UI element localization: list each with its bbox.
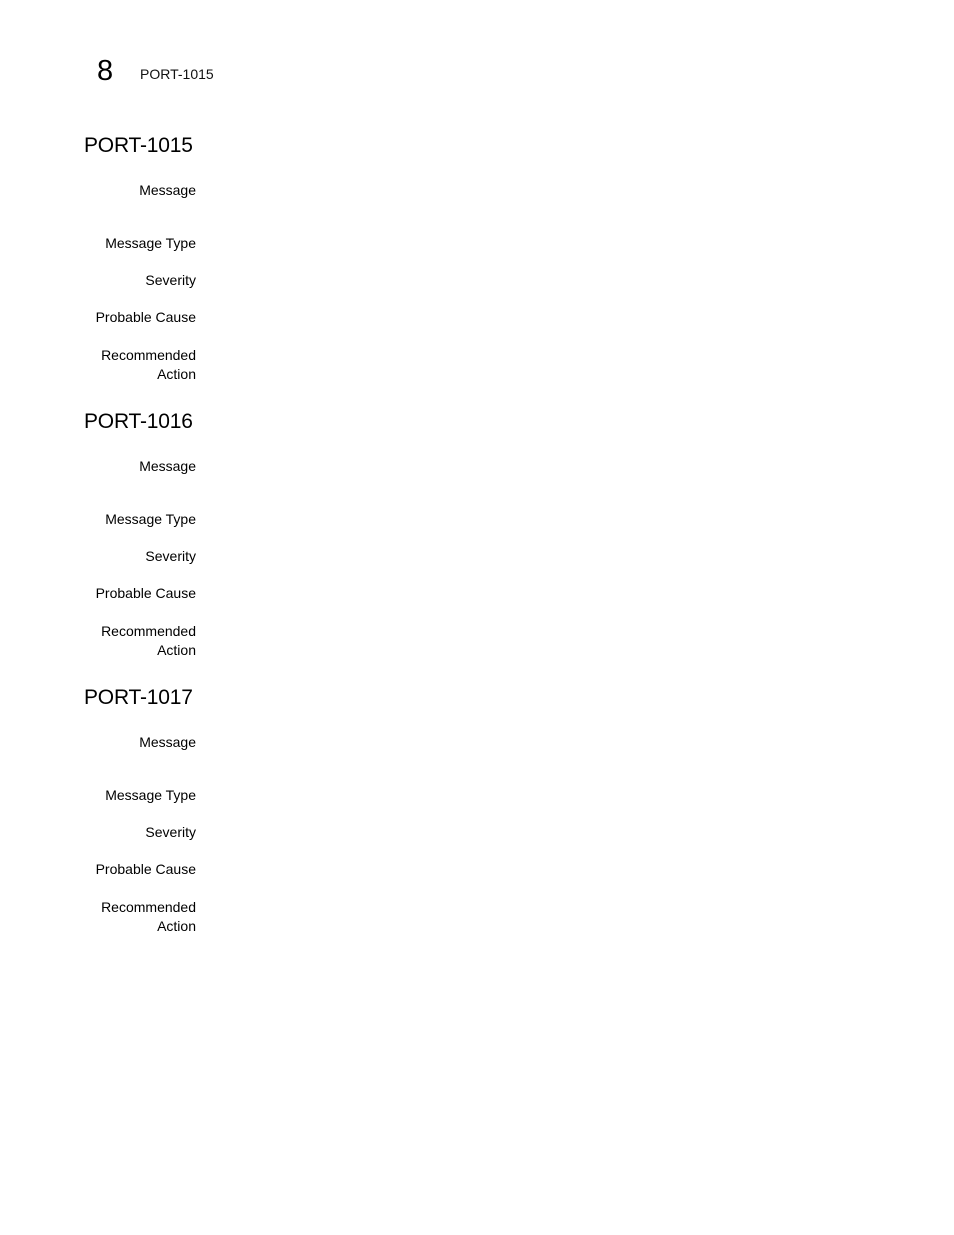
field-label-recommended-action: Recommended Action bbox=[101, 899, 196, 934]
field-label-recommended-action: Recommended Action bbox=[101, 347, 196, 382]
field-label-probable-cause: Probable Cause bbox=[95, 309, 196, 325]
running-title: PORT-1015 bbox=[140, 66, 214, 82]
field-label-message-type: Message Type bbox=[105, 511, 196, 527]
section-title: PORT-1017 bbox=[84, 686, 193, 709]
section-title: PORT-1016 bbox=[84, 410, 193, 433]
field-label-severity: Severity bbox=[145, 824, 196, 840]
chapter-number: 8 bbox=[97, 55, 114, 87]
field-label-message-type: Message Type bbox=[105, 787, 196, 803]
message-section: PORT-1016 Message Message Type Severity … bbox=[84, 410, 884, 658]
field-label-probable-cause: Probable Cause bbox=[95, 585, 196, 601]
field-label-message: Message bbox=[139, 734, 196, 750]
field-label-recommended-action: Recommended Action bbox=[101, 623, 196, 658]
field-label-severity: Severity bbox=[145, 548, 196, 564]
message-section: PORT-1017 Message Message Type Severity … bbox=[84, 686, 884, 934]
field-label-probable-cause: Probable Cause bbox=[95, 861, 196, 877]
field-label-severity: Severity bbox=[145, 272, 196, 288]
section-title: PORT-1015 bbox=[84, 134, 193, 157]
field-label-message-type: Message Type bbox=[105, 235, 196, 251]
field-label-message: Message bbox=[139, 182, 196, 198]
message-section: PORT-1015 Message Message Type Severity … bbox=[84, 134, 884, 382]
field-label-message: Message bbox=[139, 458, 196, 474]
